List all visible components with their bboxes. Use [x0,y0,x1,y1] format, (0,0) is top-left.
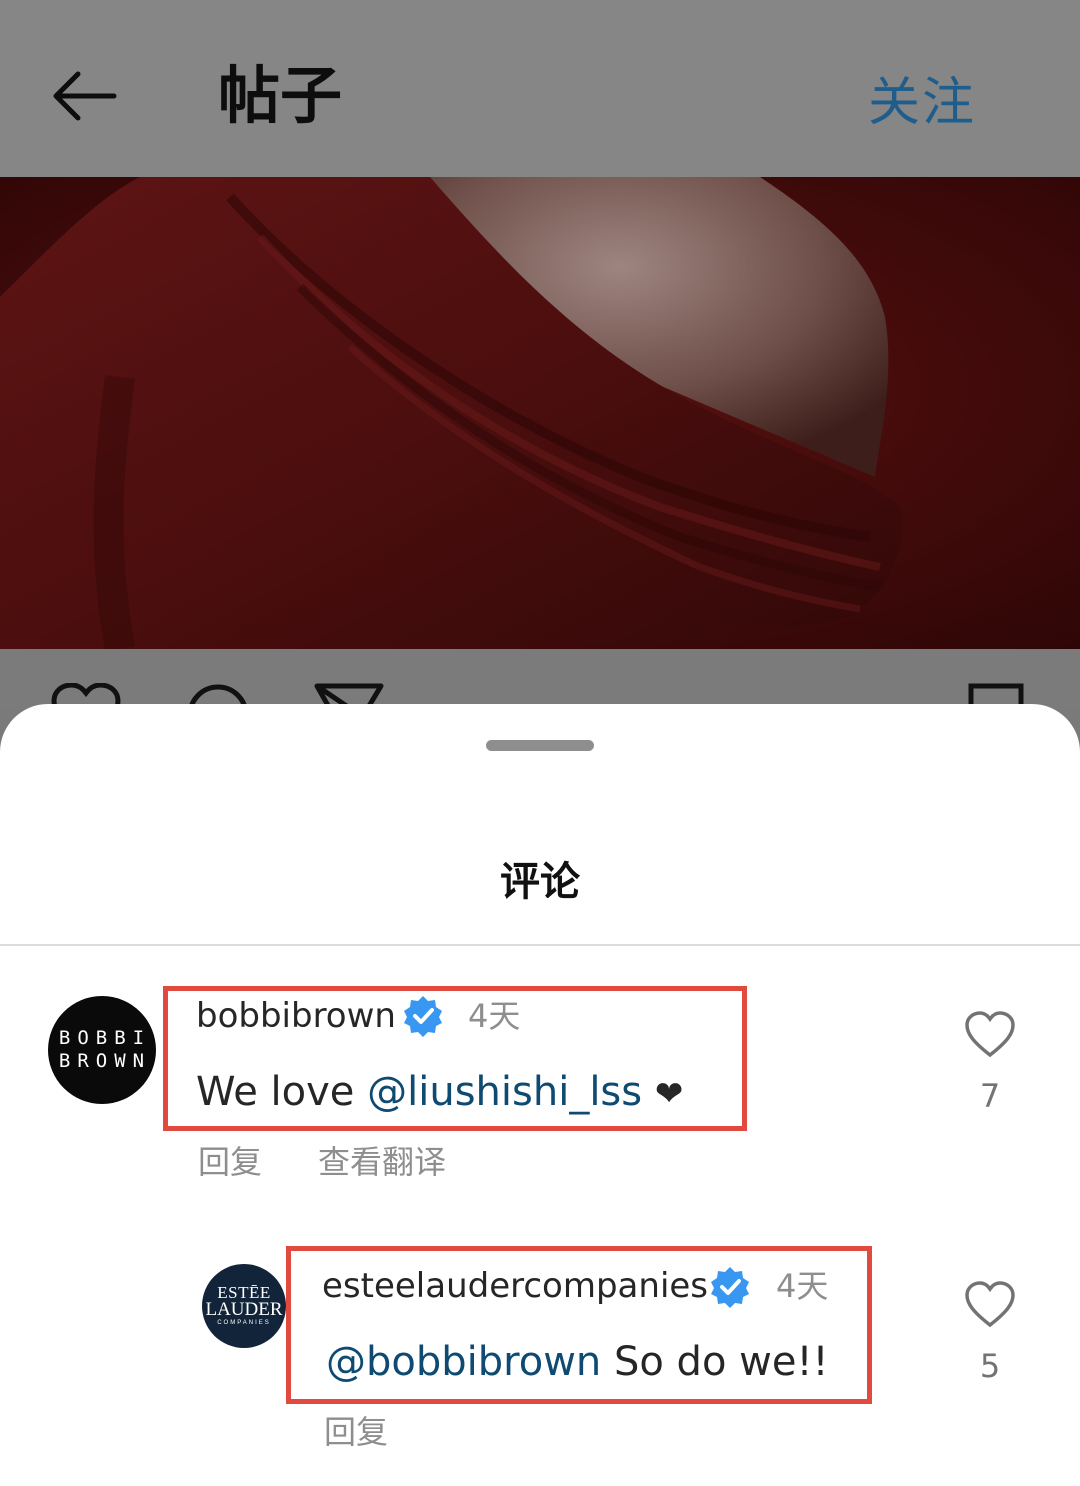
back-arrow-icon[interactable] [48,64,120,128]
comment-username[interactable]: bobbibrown [196,994,396,1038]
avatar-logo-text: BROWN [58,1050,152,1072]
comment-item: BOBBI BROWN bobbibrown 4天 We love @liush… [0,974,1080,1194]
post-action-row [0,649,1080,709]
post-image [0,177,1080,649]
heart-emoji: ❤ [654,1074,684,1114]
avatar[interactable]: ESTĒE LAUDER COMPANIES [202,1264,286,1348]
mention-link[interactable]: @liushishi_lss [367,1069,642,1115]
reply-button[interactable]: 回复 [324,1410,388,1454]
comment-username[interactable]: esteelaudercompanies [322,1264,708,1308]
like-count: 5 [979,1347,1001,1385]
verified-badge-icon [404,996,442,1037]
like-count: 7 [979,1077,1001,1115]
mention-link[interactable]: @bobbibrown [326,1339,601,1385]
reply-comment-item: ESTĒE LAUDER COMPANIES esteelaudercompan… [0,1240,1080,1460]
avatar-logo-text: COMPANIES [217,1319,271,1326]
comments-sheet: 评论 BOBBI BROWN bobbibrown 4天 We love @li… [0,704,1080,1486]
comment-text: @bobbibrown So do we!! [326,1336,829,1388]
comment-time: 4天 [776,1267,829,1305]
comment-text: We love @liushishi_lss ❤ [196,1066,683,1120]
avatar-logo-text: LAUDER [205,1298,283,1320]
divider [0,944,1080,946]
top-bar: 帖子 关注 [0,0,1080,177]
heart-icon[interactable] [964,1280,1016,1328]
sheet-title: 评论 [500,859,580,905]
reply-button[interactable]: 回复 [198,1140,262,1184]
see-translation-button[interactable]: 查看翻译 [318,1140,446,1184]
follow-button[interactable]: 关注 [868,70,976,136]
drag-handle[interactable] [486,740,594,751]
avatar[interactable]: BOBBI BROWN [48,996,156,1104]
comment-body: So do we!! [601,1339,829,1385]
verified-badge-icon [711,1267,749,1308]
heart-icon[interactable] [964,1010,1016,1058]
comment-time: 4天 [468,997,521,1035]
comment-body: We love [196,1069,368,1115]
page-title: 帖子 [218,59,343,132]
avatar-logo-text: BOBBI [58,1027,152,1049]
